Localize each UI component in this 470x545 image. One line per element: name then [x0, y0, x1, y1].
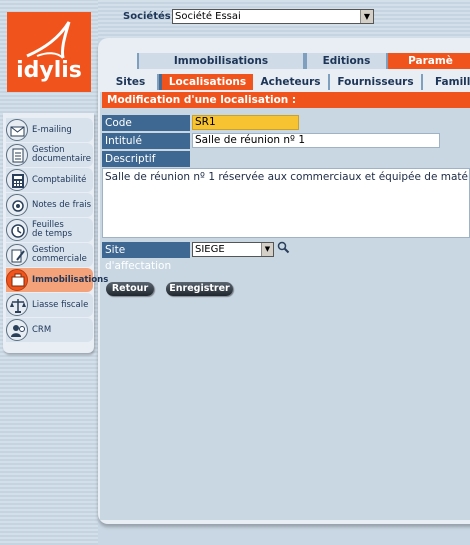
- clock-icon: [6, 219, 28, 241]
- societes-label: Sociétés: [123, 11, 171, 22]
- subtab-label: Sites: [115, 76, 146, 88]
- enregistrer-button[interactable]: Enregistrer: [166, 282, 233, 296]
- tab-label: Immobilisations: [173, 55, 269, 67]
- receipt-icon: [6, 194, 28, 216]
- site-affectation-select[interactable]: SIEGE ▼: [192, 242, 274, 257]
- sidebar-item-liasse-fiscale[interactable]: Liasse fiscale: [6, 293, 93, 317]
- subtab-famille[interactable]: Famille: [423, 74, 470, 90]
- document-icon: [6, 144, 28, 166]
- descriptif-textarea[interactable]: Salle de réunion nº 1 réservée aux comme…: [102, 168, 470, 238]
- subtab-label: Famille: [435, 76, 470, 88]
- tab-editions[interactable]: Editions: [305, 53, 388, 69]
- intitule-input[interactable]: Salle de réunion nº 1: [192, 133, 440, 148]
- sidebar-item-notes-de-frais[interactable]: Notes de frais: [6, 193, 93, 217]
- tab-parametres[interactable]: Paramè: [388, 53, 470, 69]
- sidebar-item-label: Comptabilité: [32, 174, 87, 185]
- form-title: Modification d'une localisation :: [102, 92, 470, 108]
- tab-label: Editions: [322, 55, 371, 67]
- societe-select[interactable]: Société Essai ▼: [172, 9, 374, 24]
- sidebar-nav: E-mailing Gestion documentaire Comptabil…: [3, 113, 108, 353]
- code-localisation-label: Code localisation: [102, 115, 190, 145]
- subtab-fournisseurs[interactable]: Fournisseurs: [330, 74, 423, 90]
- idylis-logo[interactable]: idylis: [7, 12, 91, 92]
- tab-label: Paramè: [408, 55, 453, 67]
- sidebar-item-label: Gestion commerciale: [32, 245, 87, 264]
- sidebar-item-label: Gestion documentaire: [32, 145, 91, 164]
- site-affectation-label: Site d'affectation: [102, 242, 190, 272]
- intitule-label: Intitulé: [102, 133, 190, 149]
- sidebar-item-e-mailing[interactable]: E-mailing: [6, 118, 93, 142]
- sidebar-item-label: Notes de frais: [32, 199, 92, 210]
- descriptif-label: Descriptif: [102, 151, 190, 167]
- subtab-label: Localisations: [168, 76, 247, 88]
- sidebar-item-gestion-commerciale[interactable]: Gestion commerciale: [6, 243, 93, 267]
- sidebar-item-label: Liasse fiscale: [32, 299, 89, 310]
- sidebar-item-feuilles-de-temps[interactable]: Feuilles de temps: [6, 218, 93, 242]
- balance-icon: [6, 294, 28, 316]
- tab-immobilisations[interactable]: Immobilisations: [137, 53, 305, 69]
- logo-text: idylis: [16, 58, 82, 83]
- search-icon[interactable]: [277, 241, 290, 254]
- retour-button[interactable]: Retour: [106, 282, 154, 296]
- envelope-icon: [6, 119, 28, 141]
- subtab-label: Fournisseurs: [337, 76, 414, 88]
- sidebar-item-label: Immobilisations: [32, 274, 109, 285]
- crm-icon: [6, 319, 28, 341]
- subtab-label: Acheteurs: [260, 76, 321, 88]
- calculator-icon: [6, 169, 28, 191]
- subtab-localisations[interactable]: Localisations: [159, 74, 253, 90]
- site-select-value: SIEGE: [195, 244, 225, 255]
- code-localisation-input[interactable]: SR1: [192, 115, 299, 130]
- sidebar-item-gestion-documentaire[interactable]: Gestion documentaire: [6, 143, 93, 167]
- subtab-sites[interactable]: Sites: [104, 74, 159, 90]
- sidebar-item-comptabilite[interactable]: Comptabilité: [6, 168, 93, 192]
- chevron-down-icon[interactable]: ▼: [261, 243, 273, 256]
- sidebar-item-immobilisations[interactable]: Immobilisations: [6, 268, 108, 292]
- sidebar-item-label: CRM: [32, 324, 52, 335]
- asset-icon: [6, 269, 28, 291]
- sidebar-item-crm[interactable]: CRM: [6, 318, 93, 342]
- subtab-acheteurs[interactable]: Acheteurs: [253, 74, 330, 90]
- commercial-icon: [6, 244, 28, 266]
- chevron-down-icon[interactable]: ▼: [360, 10, 373, 23]
- societe-select-value: Société Essai: [175, 11, 241, 22]
- sidebar-item-label: E-mailing: [32, 124, 72, 135]
- sidebar-item-label: Feuilles de temps: [32, 220, 72, 239]
